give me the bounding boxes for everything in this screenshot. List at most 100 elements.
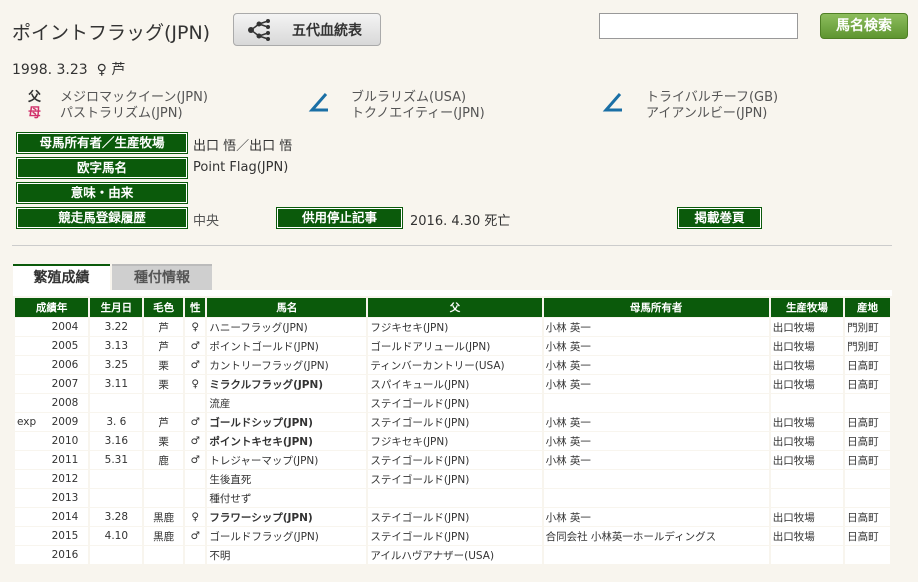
sire-link[interactable]: ゴールドアリュール(JPN) [368, 337, 542, 355]
sire-link[interactable]: アイルハヴアナザー(USA) [368, 546, 542, 564]
tab-breeding-record[interactable]: 繁殖成績 [13, 264, 110, 290]
offspring-name-link[interactable]: ポイントゴールド(JPN) [207, 337, 367, 355]
roman-name-value: Point Flag(JPN) [193, 160, 289, 175]
coat-color-cell: 栗 [144, 356, 184, 374]
col-header: 産地 [845, 298, 890, 317]
year-cell: 2006 [15, 356, 89, 374]
roman-name-label: 欧字馬名 [16, 157, 188, 179]
table-row: 2015 4.10 黒鹿 ♂ ゴールドフラッグ(JPN) ステイゴールド(JPN) 合同会社… [15, 527, 890, 545]
table-row: 2008 流産 ステイゴールド(JPN) [15, 394, 890, 412]
offspring-name-link[interactable]: ミラクルフラッグ(JPN) [207, 375, 367, 393]
female-icon: ♀ [96, 62, 107, 78]
table-row: 2012 生後直死 ステイゴールド(JPN) [15, 470, 890, 488]
history-value[interactable]: 中央 [193, 210, 219, 229]
coat-color-cell [144, 394, 184, 412]
offspring-name-link: 種付せず [207, 489, 367, 507]
section-divider [12, 245, 892, 246]
coat-color-cell [144, 546, 184, 564]
exported-mark: exp [17, 416, 37, 428]
birth-date-cell: 3.22 [90, 318, 143, 336]
birth-date-cell [90, 546, 143, 564]
dam-dam-link[interactable]: トクノエイティー(JPN) [351, 102, 485, 121]
year-cell: 2013 [15, 489, 89, 507]
owner-cell [543, 394, 769, 412]
offspring-name-link[interactable]: トレジャーマップ(JPN) [207, 451, 367, 469]
offspring-name-link[interactable]: ハニーフラッグ(JPN) [207, 318, 367, 336]
year-cell: 2016 [15, 546, 89, 564]
area-cell: 日高町 [845, 356, 890, 374]
sex-icon: ♂ [185, 337, 206, 355]
horse-search-input[interactable] [599, 13, 798, 39]
birth-info: 1998. 3.23 ♀ 芦 [12, 59, 125, 79]
coat-color-cell: 栗 [144, 432, 184, 450]
sex-icon: ♀ [185, 318, 206, 336]
coat-color-cell: 芦 [144, 337, 184, 355]
sire-link[interactable]: スパイキュール(JPN) [368, 375, 542, 393]
sex-icon [185, 394, 206, 412]
mother-label: 母 [28, 106, 42, 121]
col-header: 母馬所有者 [543, 298, 769, 317]
g-dam-link[interactable]: アイアンルビー(JPN) [646, 102, 767, 121]
birth-date-cell: 3.16 [90, 432, 143, 450]
year-value: 2004 [51, 321, 79, 333]
sire-link[interactable]: ステイゴールド(JPN) [368, 527, 542, 545]
sire-link[interactable]: フジキセキ(JPN) [368, 432, 542, 450]
col-header: 馬名 [207, 298, 367, 317]
pedigree-button[interactable]: 五代血統表 [233, 13, 381, 46]
area-cell: 日高町 [845, 375, 890, 393]
table-row: 2005 3.13 芦 ♂ ポイントゴールド(JPN) ゴールドアリュール(JPN) 小林 … [15, 337, 890, 355]
farm-cell [770, 489, 844, 507]
offspring-name-link[interactable]: ポイントキセキ(JPN) [207, 432, 367, 450]
farm-cell [770, 394, 844, 412]
retire-value: 2016. 4.30 死亡 [410, 214, 511, 229]
col-header: 性 [185, 298, 206, 317]
farm-cell: 出口牧場 [770, 337, 844, 355]
horse-name-title: ポイントフラッグ(JPN) [12, 22, 211, 44]
table-row: 2014 3.28 黒鹿 ♀ フラワーシップ(JPN) ステイゴールド(JPN) 小林 英一… [15, 508, 890, 526]
offspring-name-link[interactable]: カントリーフラッグ(JPN) [207, 356, 367, 374]
year-cell: 2010 [15, 432, 89, 450]
farm-cell: 出口牧場 [770, 375, 844, 393]
sire-link[interactable]: ティンバーカントリー(USA) [368, 356, 542, 374]
mother-link[interactable]: パストラリズム(JPN) [60, 102, 183, 121]
year-value: 2013 [51, 492, 79, 504]
birth-date: 1998. 3.23 [12, 62, 88, 78]
col-header: 成績年 [15, 298, 89, 317]
retire-label: 供用停止記事 [276, 207, 403, 229]
birth-date-cell: 5.31 [90, 451, 143, 469]
offspring-name-link: 生後直死 [207, 470, 367, 488]
owner-cell: 小林 英一 [543, 413, 769, 431]
owner-cell [543, 470, 769, 488]
farm-cell [770, 546, 844, 564]
sire-link[interactable]: ステイゴールド(JPN) [368, 451, 542, 469]
year-value: 2006 [51, 359, 79, 371]
year-cell: 2012 [15, 470, 89, 488]
sire-link[interactable]: ステイゴールド(JPN) [368, 413, 542, 431]
area-cell: 日高町 [845, 527, 890, 545]
owner-cell: 小林 英一 [543, 375, 769, 393]
sire-link[interactable]: ステイゴールド(JPN) [368, 470, 542, 488]
area-cell: 門別町 [845, 318, 890, 336]
horse-search-button[interactable]: 馬名検索 [820, 13, 908, 39]
sire-link[interactable]: ステイゴールド(JPN) [368, 508, 542, 526]
table-row: 2011 5.31 鹿 ♂ トレジャーマップ(JPN) ステイゴールド(JPN) 小林 英一… [15, 451, 890, 469]
offspring-name-link[interactable]: フラワーシップ(JPN) [207, 508, 367, 526]
table-row: 2016 不明 アイルハヴアナザー(USA) [15, 546, 890, 564]
year-value: 2014 [51, 511, 79, 523]
birth-date-cell [90, 489, 143, 507]
sex-icon: ♂ [185, 527, 206, 545]
table-row: 2006 3.25 栗 ♂ カントリーフラッグ(JPN) ティンバーカントリー(USA) 小… [15, 356, 890, 374]
offspring-name-link[interactable]: ゴールドシップ(JPN) [207, 413, 367, 431]
sire-link[interactable]: ステイゴールド(JPN) [368, 394, 542, 412]
sire-link[interactable]: フジキセキ(JPN) [368, 318, 542, 336]
tab-stud-info[interactable]: 種付情報 [112, 264, 212, 290]
farm-cell: 出口牧場 [770, 432, 844, 450]
farm-cell: 出口牧場 [770, 413, 844, 431]
birth-date-cell: 3.28 [90, 508, 143, 526]
year-cell: 2014 [15, 508, 89, 526]
year-value: 2008 [51, 397, 79, 409]
offspring-name-link[interactable]: ゴールドフラッグ(JPN) [207, 527, 367, 545]
table-row: 2013 種付せず [15, 489, 890, 507]
year-cell: 2011 [15, 451, 89, 469]
area-cell: 日高町 [845, 451, 890, 469]
